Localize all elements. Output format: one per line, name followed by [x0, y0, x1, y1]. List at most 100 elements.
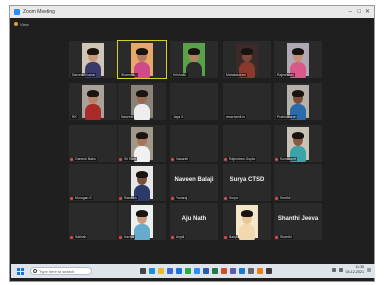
participant-display-name: Aju Nath — [181, 216, 207, 222]
participant-tile[interactable]: Vasanth — [170, 125, 218, 162]
participant-tile[interactable]: Sathish — [69, 203, 117, 240]
taskbar: Type here to search 11:35 04-12-2021 — [11, 264, 375, 278]
participant-video — [131, 205, 153, 240]
participant-tile[interactable]: Rajeshwari — [274, 41, 322, 78]
participant-tile[interactable]: Surya CTSD Surya — [223, 164, 271, 201]
participant-tile[interactable]: Rajendran Gupta — [223, 125, 271, 162]
vlc-icon[interactable] — [257, 268, 263, 274]
mic-muted-icon — [171, 158, 174, 161]
participant-name: Sathish — [74, 235, 88, 239]
participant-hair — [136, 48, 148, 55]
settings-icon[interactable] — [248, 268, 254, 274]
explorer-icon[interactable] — [158, 268, 164, 274]
mic-muted-icon — [70, 236, 73, 239]
participant-display-name: Surya CTSD — [229, 177, 265, 183]
participant-tile[interactable]: Sarvesh Kumar — [69, 41, 117, 78]
participant-tile[interactable]: Jaya S — [170, 83, 218, 120]
participant-hair — [136, 171, 148, 178]
participant-body — [186, 62, 202, 78]
zoom-icon[interactable] — [194, 268, 200, 274]
participant-tile[interactable]: Murugan S — [69, 164, 117, 201]
search-placeholder: Type here to search — [39, 268, 75, 274]
participant-hair — [87, 90, 99, 97]
word-icon[interactable] — [203, 268, 209, 274]
participant-tile[interactable]: Mahalakshmi — [223, 41, 271, 78]
participant-body — [134, 224, 150, 240]
participant-name: Rajendran Gupta — [228, 157, 256, 161]
participant-tile[interactable]: Naveen Balaji Yuvaraj — [170, 164, 218, 201]
participant-tile[interactable]: Krishna... — [170, 41, 218, 78]
participant-name: Prabhakaran — [276, 115, 298, 119]
participant-tile[interactable]: Ganesh Babu — [69, 125, 117, 162]
participant-hair — [188, 48, 200, 55]
participant-hair — [136, 210, 148, 217]
participant-body — [239, 224, 255, 240]
participant-name: Anjali — [175, 235, 186, 239]
close-button[interactable]: ✕ — [365, 8, 370, 16]
participant-tile[interactable]: Naveen — [118, 83, 166, 120]
mic-muted-icon — [171, 197, 174, 200]
photos-icon[interactable] — [239, 268, 245, 274]
search-icon — [33, 269, 37, 273]
participant-tile[interactable]: Senthil — [274, 164, 322, 201]
participant-tile[interactable]: Aju Nath Anjali — [170, 203, 218, 240]
participant-name: Yuvaraj — [175, 196, 189, 200]
participant-name: Murugan S — [74, 196, 93, 200]
participant-video — [131, 85, 153, 120]
participant-display-name: Naveen Balaji — [174, 177, 214, 183]
participant-tile[interactable]: www.tamil.in — [223, 83, 271, 120]
participant-tile[interactable]: Shanthi Jeeva Shanthi — [274, 203, 322, 240]
taskbar-search-input[interactable]: Type here to search — [30, 267, 92, 275]
notification-icon[interactable] — [367, 267, 371, 272]
participant-video — [236, 43, 258, 78]
participant-display-name: Shanthi Jeeva — [277, 216, 319, 222]
volume-icon[interactable] — [338, 267, 343, 272]
participant-tile[interactable]: Kumaravel — [274, 125, 322, 162]
clock[interactable]: 11:35 04-12-2021 — [346, 265, 364, 274]
participant-name: Senthil — [279, 196, 292, 200]
mic-muted-icon — [275, 197, 278, 200]
participant-hair — [241, 210, 253, 217]
powerpoint-icon[interactable] — [221, 268, 227, 274]
mic-muted-icon — [275, 236, 278, 239]
meeting-info-bar[interactable]: View — [14, 20, 29, 28]
participant-name: Mahalakshmi — [225, 73, 247, 77]
participant-name: Vasanth — [175, 157, 190, 161]
mic-muted-icon — [224, 158, 227, 161]
chrome-icon[interactable] — [185, 268, 191, 274]
participant-name: Krishna... — [172, 73, 189, 77]
store-icon[interactable] — [167, 268, 173, 274]
edge-icon[interactable] — [149, 268, 155, 274]
participant-name: Rajeshwari — [276, 73, 295, 77]
mic-muted-icon — [70, 158, 73, 161]
participant-tile[interactable]: RK — [69, 83, 117, 120]
participant-tile[interactable]: Prabhakaran — [274, 83, 322, 120]
excel-icon[interactable] — [212, 268, 218, 274]
participant-video — [82, 85, 104, 120]
maximize-button[interactable]: □ — [357, 8, 361, 16]
clock-date: 04-12-2021 — [345, 269, 364, 274]
minimize-button[interactable]: – — [349, 8, 352, 16]
participant-tile[interactable]: Sharmila... — [117, 40, 167, 79]
participant-name: Sharmila... — [120, 73, 139, 77]
participant-tile[interactable]: Kaviya — [118, 203, 166, 240]
participant-name: Ganesh Babu — [74, 157, 97, 161]
participant-tile[interactable]: Sri Ram — [118, 125, 166, 162]
participant-hair — [292, 132, 304, 139]
mic-muted-icon — [119, 236, 122, 239]
mail-icon[interactable] — [176, 268, 182, 274]
participant-tile[interactable]: Baby — [223, 203, 271, 240]
task-view-icon[interactable] — [140, 268, 146, 274]
participant-hair — [292, 48, 304, 55]
mic-muted-icon — [171, 236, 174, 239]
teams-icon[interactable] — [230, 268, 236, 274]
participant-video — [131, 127, 153, 162]
start-button[interactable] — [17, 267, 24, 275]
network-icon[interactable] — [331, 267, 336, 272]
participant-name: Jaya S — [172, 115, 185, 119]
app-icon[interactable] — [266, 268, 272, 274]
participant-video — [131, 43, 153, 78]
participant-tile[interactable]: Ramesh — [118, 164, 166, 201]
window-title: Zoom Meeting — [23, 9, 55, 15]
participant-video — [287, 43, 309, 78]
